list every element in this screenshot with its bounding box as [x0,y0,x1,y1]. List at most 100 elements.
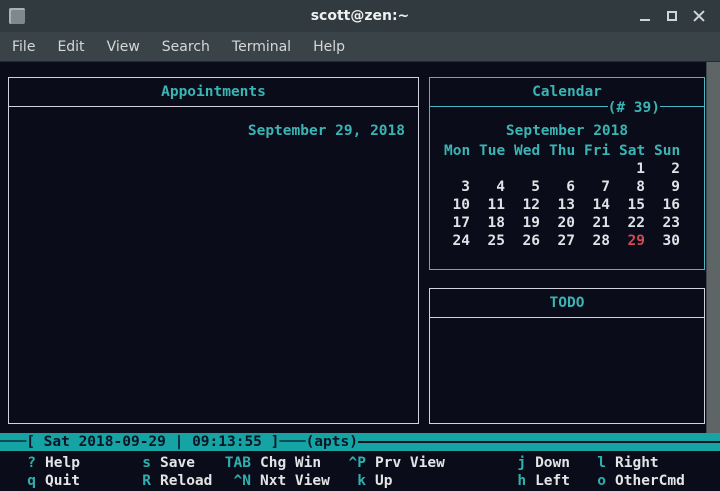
keybind-key: h [495,472,526,490]
keybind-key: o [570,472,606,490]
keybind-item: ^NNxt View [215,472,330,490]
calendar-empty-cell [584,160,619,178]
minimize-icon [640,19,650,21]
keybind-item: sSave [115,454,215,472]
keybind-key: TAB [215,454,251,472]
calendar-date: 21 [584,214,619,232]
menu-edit[interactable]: Edit [49,36,92,58]
maximize-button[interactable] [658,0,685,32]
minimize-button[interactable] [631,0,658,32]
menubar: File Edit View Search Terminal Help [0,32,720,62]
statusbar-left-dashes: ─── [0,433,26,451]
keybind-key: l [570,454,606,472]
keybind-item: ^P Prv View [330,454,495,472]
keybind-label: Up [375,472,392,490]
calendar-date: 14 [584,196,619,214]
keybind-item: hLeft [495,472,570,490]
keybind-key: ? [0,454,36,472]
calendar-day-header: Mon [444,142,479,160]
keybind-help: ? Help sSaveTABChg Win^P Prv View j Downl Righ… [0,454,720,490]
menu-terminal[interactable]: Terminal [224,36,299,58]
keybind-item: oOtherCmd [570,472,720,490]
statusbar-datetime: [ Sat 2018-09-29 | 09:13:55 ] [26,433,279,451]
calendar-date: 27 [549,232,584,250]
keybind-label: Help [45,454,80,472]
maximize-icon [667,11,677,21]
calendar-date: 12 [514,196,549,214]
menu-file[interactable]: File [4,36,43,58]
keybind-key: ^N [215,472,251,490]
statusbar: ─── [ Sat 2018-09-29 | 09:13:55 ] ─── (a… [0,433,720,451]
calendar-empty-cell [549,160,584,178]
calendar-date: 11 [479,196,514,214]
close-icon [692,9,706,23]
keybind-key: j [495,454,526,472]
keybind-item: j Down [495,454,570,472]
menu-help[interactable]: Help [305,36,353,58]
keybind-label: Prv View [375,454,445,472]
statusbar-fill-line [358,433,720,451]
calendar-date: 6 [549,178,584,196]
calendar-date: 23 [654,214,689,232]
calendar-date: 18 [479,214,514,232]
calendar-day-header: Wed [514,142,549,160]
keybind-label: Down [535,454,570,472]
keybind-row: qQuitRReload^NNxt ViewkUphLeftoOtherCmd [0,472,720,490]
calendar-panel-title: Calendar [430,78,704,107]
titlebar[interactable]: scott@zen:~ [0,0,720,32]
terminal-content[interactable]: Appointments September 29, 2018 Calendar… [0,62,720,491]
calendar-date: 4 [479,178,514,196]
calendar-date: 3 [444,178,479,196]
keybind-label: Save [160,454,195,472]
calendar-day-header: Tue [479,142,514,160]
calendar-empty-cell [514,160,549,178]
window-controls [631,0,712,32]
appointments-date: September 29, 2018 [248,122,405,140]
calendar-date: 10 [444,196,479,214]
calendar-date: 8 [619,178,654,196]
keybind-key: ^P [330,454,366,472]
close-button[interactable] [685,0,712,32]
window-title: scott@zen:~ [0,0,720,32]
calendar-date: 30 [654,232,689,250]
calendar-date: 1 [619,160,654,178]
calendar-date: 20 [549,214,584,232]
terminal-scrollbar[interactable] [706,62,720,433]
keybind-key: k [330,472,366,490]
calendar-date: 22 [619,214,654,232]
statusbar-view-label: (apts) [306,433,358,451]
keybind-row: ? Help sSaveTABChg Win^P Prv View j Downl Righ… [0,454,720,472]
calendar-empty-cell [444,160,479,178]
calendar-date: 26 [514,232,549,250]
calendar-day-header: Thu [549,142,584,160]
week-number: (# 39) [608,99,660,117]
calendar-date: 13 [549,196,584,214]
calendar-date: 9 [654,178,689,196]
keybind-label: Reload [160,472,212,490]
menu-view[interactable]: View [99,36,148,58]
appointments-panel: Appointments September 29, 2018 [8,77,419,424]
keybind-item: k Up [330,472,495,490]
calendar-date: 25 [479,232,514,250]
menu-search[interactable]: Search [154,36,218,58]
calendar-day-header: Fri [584,142,619,160]
keybind-key: q [0,472,36,490]
terminal-window: scott@zen:~ File Edit View Search Termin… [0,0,720,491]
calendar-grid: MonTueWedThuFriSatSun1234567891011121314… [444,142,689,250]
calendar-date: 19 [514,214,549,232]
keybind-item: TABChg Win [215,454,330,472]
calendar-date: 16 [654,196,689,214]
calendar-date: 24 [444,232,479,250]
keybind-key: R [115,472,151,490]
calendar-empty-cell [479,160,514,178]
calendar-day-header: Sat [619,142,654,160]
calendar-day-header: Sun [654,142,689,160]
keybind-item: l Right [570,454,720,472]
keybind-item: ? Help [0,454,115,472]
calendar-panel: Calendar (# 39) September 2018 MonTueWed… [429,77,705,270]
calendar-date: 15 [619,196,654,214]
calendar-date: 28 [584,232,619,250]
keybind-label: Right [615,454,659,472]
todo-panel: TODO [429,288,705,424]
calendar-date: 2 [654,160,689,178]
